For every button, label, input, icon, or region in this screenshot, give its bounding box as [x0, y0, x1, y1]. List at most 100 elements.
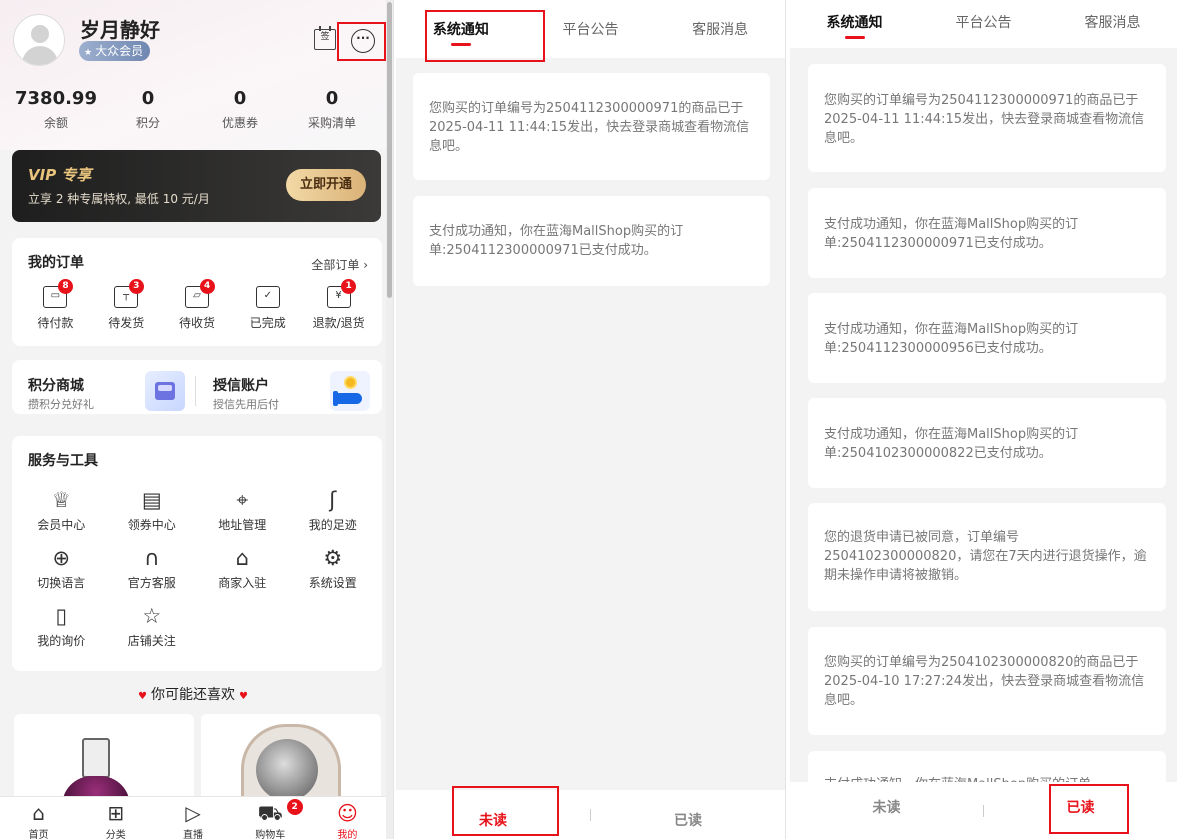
member-star-icon: ★	[84, 48, 93, 58]
tools-grid: ♕ 会员中心 ▤ 领券中心 ⌖ 地址管理 ʃ 我的足迹 ⊕ 切换语言 ∩ 官方客服 ⌂ 商家入…	[16, 488, 378, 649]
order-status-refund[interactable]: ¥ 1 退款/退货	[303, 279, 374, 331]
gear-icon: ⚙	[323, 546, 343, 570]
stat-label: 余额	[43, 116, 68, 130]
tool-coupon-center[interactable]: ▤ 领券中心	[107, 488, 198, 533]
stat-label: 采购清单	[307, 116, 356, 130]
notifications-read-screen: 系统通知 平台公告 客服消息 您购买的订单编号为2504112300000971…	[790, 0, 1177, 839]
tool-label: 我的询价	[37, 634, 86, 648]
stat-value: 0	[325, 88, 339, 109]
nav-cart[interactable]: ⛟ 2 购物车	[232, 797, 309, 839]
highlight-box-unread	[452, 786, 559, 836]
order-status-to-receive[interactable]: ▱ 4 待收货	[162, 279, 233, 331]
tool-footprint[interactable]: ʃ 我的足迹	[288, 488, 379, 533]
stat-points[interactable]: 0 积分	[102, 88, 194, 134]
stat-coupons[interactable]: 0 优惠券	[194, 88, 286, 134]
default-avatar-icon	[31, 25, 49, 43]
credit-account-entry[interactable]: 授信账户 授信先用后付	[197, 360, 382, 414]
tool-member-center[interactable]: ♕ 会员中心	[16, 488, 107, 533]
unread-filter[interactable]: 未读	[790, 797, 983, 825]
tool-customer-service[interactable]: ∩ 官方客服	[107, 546, 198, 591]
member-level-badge[interactable]: ★ 大众会员	[79, 41, 151, 61]
tab-customer-service[interactable]: 客服消息	[655, 0, 785, 58]
unpaid-count-badge: 8	[58, 279, 73, 294]
tools-card: 服务与工具 ♕ 会员中心 ▤ 领券中心 ⌖ 地址管理 ʃ 我的足迹 ⊕ 切换语言 ∩ 官方客…	[12, 436, 382, 671]
scrollbar-thumb[interactable]	[387, 2, 392, 298]
tool-label: 系统设置	[308, 576, 357, 590]
message-card[interactable]: 支付成功通知，你在蓝海MallShop购买的订单:250410230000082…	[808, 398, 1166, 488]
nav-label: 直播	[183, 830, 203, 839]
vip-banner[interactable]: VIP 专享 立享 2 种专属特权, 最低 10 元/月 立即开通	[12, 150, 381, 222]
nav-home[interactable]: ⌂ 首页	[0, 797, 77, 839]
calendar-checkin-icon[interactable]: 签	[314, 26, 336, 50]
tab-platform-announcement[interactable]: 平台公告	[526, 0, 656, 58]
nav-mine[interactable]: ☺ 我的	[309, 797, 386, 839]
tool-followed-shops[interactable]: ☆ 店铺关注	[107, 604, 198, 649]
message-card[interactable]: 您购买的订单编号为2504102300000820的商品已于2025-04-10…	[808, 627, 1166, 735]
perfume-bottle-image	[82, 738, 110, 778]
all-orders-link[interactable]: 全部订单 ›	[311, 256, 368, 273]
message-card[interactable]: 支付成功通知，你在蓝海MallShop购买的订单:250411230000095…	[808, 293, 1166, 383]
tab-customer-service[interactable]: 客服消息	[1048, 0, 1177, 48]
heart-icon: ♥	[239, 691, 248, 702]
avatar[interactable]	[13, 14, 65, 66]
highlight-box-system-tab	[425, 10, 545, 62]
profile-smile-icon: ☺	[336, 801, 358, 825]
read-filter[interactable]: 已读	[591, 800, 785, 830]
orders-card: 我的订单 全部订单 › ▭ 8 待付款 ┬ 3 待发货 ▱ 4 待收货 ✓ 已完…	[12, 238, 382, 346]
promo-divider	[195, 376, 196, 406]
order-status-label: 已完成	[249, 316, 286, 330]
tool-label: 店铺关注	[127, 634, 176, 648]
product-card[interactable]	[201, 714, 381, 804]
tool-language[interactable]: ⊕ 切换语言	[16, 546, 107, 591]
stat-balance[interactable]: 7380.99 余额	[10, 88, 102, 134]
credit-account-subtitle: 授信先用后付	[213, 398, 279, 411]
message-card[interactable]: 您的退货申请已被同意，订单编号2504102300000820，请您在7天内进行…	[808, 503, 1166, 611]
price-inquiry-icon: ▯	[55, 604, 68, 628]
message-card[interactable]: 您购买的订单编号为2504112300000971的商品已于2025-04-11…	[413, 73, 770, 180]
product-card[interactable]	[14, 714, 194, 804]
vip-subtitle: 立享 2 种专属特权, 最低 10 元/月	[28, 192, 210, 206]
heart-icon: ♥	[138, 691, 147, 702]
tab-platform-announcement[interactable]: 平台公告	[919, 0, 1048, 48]
tool-merchant-join[interactable]: ⌂ 商家入驻	[197, 546, 288, 591]
tool-settings[interactable]: ⚙ 系统设置	[288, 546, 379, 591]
nav-live[interactable]: ▷ 直播	[154, 797, 231, 839]
coupon-icon: ▤	[141, 488, 162, 512]
order-status-label: 待付款	[37, 316, 74, 330]
message-card[interactable]: 支付成功通知，你在蓝海MallShop购买的订单:250411230000097…	[413, 196, 770, 286]
order-status-label: 退款/退货	[312, 316, 365, 330]
recommend-title: 你可能还喜欢	[151, 687, 235, 703]
stat-value: 0	[141, 88, 155, 109]
stat-value: 0	[233, 88, 247, 109]
points-mall-icon	[145, 371, 185, 411]
order-status-to-ship[interactable]: ┬ 3 待发货	[91, 279, 162, 331]
stat-label: 积分	[135, 116, 160, 130]
highlight-box-messages	[337, 22, 386, 61]
credit-account-title: 授信账户	[213, 378, 269, 394]
order-status-label: 待收货	[178, 316, 215, 330]
nav-label: 我的	[337, 830, 358, 839]
tool-label: 切换语言	[37, 576, 86, 590]
points-mall-subtitle: 攒积分兑好礼	[28, 398, 94, 411]
tool-label: 我的足迹	[308, 518, 357, 532]
location-pin-icon: ⌖	[236, 488, 249, 512]
points-mall-entry[interactable]: 积分商城 攒积分兑好礼	[12, 360, 197, 414]
message-card[interactable]: 支付成功通知，你在蓝海MallShop购买的订单:250411230000097…	[808, 188, 1166, 278]
username: 岁月静好	[80, 18, 160, 42]
tool-label: 商家入驻	[218, 576, 267, 590]
order-status-unpaid[interactable]: ▭ 8 待付款	[20, 279, 91, 331]
vip-open-button[interactable]: 立即开通	[286, 169, 366, 201]
tool-address[interactable]: ⌖ 地址管理	[197, 488, 288, 533]
to-ship-count-badge: 3	[128, 279, 144, 294]
vip-title: VIP 专享	[28, 166, 92, 184]
nav-category[interactable]: ⊞ 分类	[77, 797, 154, 839]
globe-icon: ⊕	[52, 546, 71, 570]
stat-purchase-list[interactable]: 0 采购清单	[286, 88, 378, 134]
message-card[interactable]: 您购买的订单编号为2504112300000971的商品已于2025-04-11…	[808, 64, 1166, 172]
footprint-icon: ʃ	[329, 488, 337, 512]
nav-label: 首页	[28, 830, 49, 839]
order-status-completed[interactable]: ✓ 已完成	[232, 286, 303, 331]
tab-system-notice[interactable]: 系统通知	[790, 0, 919, 48]
tool-price-inquiry[interactable]: ▯ 我的询价	[16, 604, 107, 649]
tools-title: 服务与工具	[28, 453, 98, 469]
